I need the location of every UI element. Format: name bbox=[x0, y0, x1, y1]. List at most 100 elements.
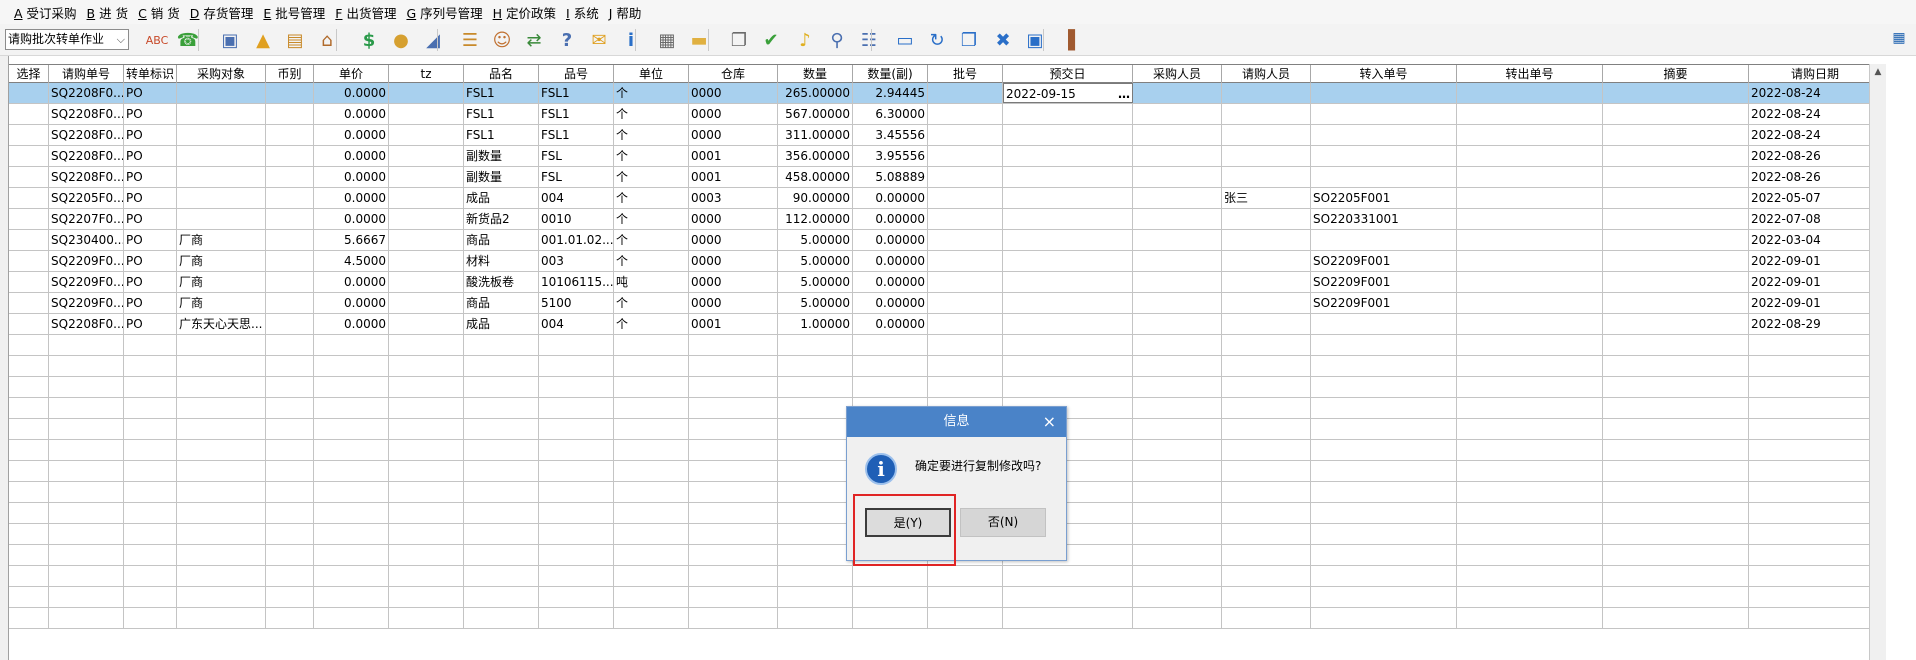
no-button[interactable]: 否(N) bbox=[960, 508, 1046, 537]
table-cell[interactable] bbox=[1222, 272, 1311, 292]
briefcase-icon[interactable]: ▤ bbox=[280, 26, 310, 54]
table-cell[interactable]: 5.00000 bbox=[778, 230, 853, 250]
home-icon[interactable]: ⌂ bbox=[312, 26, 342, 54]
column-header[interactable]: 转入单号 bbox=[1311, 65, 1457, 83]
table-cell[interactable]: 0.0000 bbox=[314, 293, 389, 313]
table-cell[interactable] bbox=[177, 104, 266, 124]
column-header[interactable]: 请购单号 bbox=[49, 65, 124, 83]
table-cell[interactable]: 003 bbox=[539, 251, 614, 271]
table-cell[interactable]: 001.01.02... bbox=[539, 230, 614, 250]
table-cell[interactable]: PO bbox=[124, 125, 177, 145]
table-cell[interactable] bbox=[266, 104, 314, 124]
table-cell[interactable] bbox=[1603, 125, 1749, 145]
table-cell[interactable]: 2022-08-24 bbox=[1749, 83, 1882, 103]
table-cell[interactable] bbox=[1003, 272, 1133, 292]
column-header[interactable]: 批号 bbox=[928, 65, 1003, 83]
table-cell[interactable] bbox=[9, 188, 49, 208]
table-cell[interactable]: 004 bbox=[539, 314, 614, 334]
table-cell[interactable]: 厂商 bbox=[177, 272, 266, 292]
table-cell[interactable]: FSL1 bbox=[539, 104, 614, 124]
table-cell[interactable]: 厂商 bbox=[177, 230, 266, 250]
table-cell[interactable]: 2022-08-24 bbox=[1749, 104, 1882, 124]
table-cell[interactable] bbox=[1222, 230, 1311, 250]
vertical-scrollbar[interactable]: ▲ bbox=[1869, 64, 1886, 660]
bell-icon[interactable]: ♪ bbox=[790, 26, 820, 54]
table-cell[interactable] bbox=[1133, 230, 1222, 250]
table-cell[interactable]: 0000 bbox=[689, 272, 778, 292]
table-cell[interactable]: 个 bbox=[614, 251, 689, 271]
menu-item-8[interactable]: I 系统 bbox=[566, 3, 599, 22]
table-cell[interactable]: 个 bbox=[614, 209, 689, 229]
table-cell[interactable] bbox=[177, 146, 266, 166]
table-cell[interactable]: FSL1 bbox=[464, 125, 539, 145]
table-cell[interactable]: 356.00000 bbox=[778, 146, 853, 166]
table-row[interactable]: SQ2208F0... PO 0.0000 FSL1 FSL1 个 0000 311.0000… bbox=[9, 125, 1886, 146]
column-header[interactable]: 请购日期 bbox=[1749, 65, 1882, 83]
table-cell[interactable]: 0001 bbox=[689, 167, 778, 187]
table-cell[interactable]: 0.00000 bbox=[853, 251, 928, 271]
table-cell[interactable]: 广东天心天思... bbox=[177, 314, 266, 334]
table-cell[interactable]: FSL1 bbox=[464, 104, 539, 124]
table-cell[interactable]: SQ2209F0... bbox=[49, 293, 124, 313]
table-cell[interactable] bbox=[1457, 83, 1603, 103]
refresh-icon[interactable]: ↻ bbox=[922, 26, 952, 54]
info-icon[interactable]: i bbox=[616, 26, 646, 54]
table-cell[interactable]: FSL1 bbox=[464, 83, 539, 103]
table-cell[interactable] bbox=[1457, 209, 1603, 229]
table-cell[interactable] bbox=[928, 230, 1003, 250]
window-icon[interactable]: ▣ bbox=[1020, 26, 1050, 54]
table-cell[interactable] bbox=[1457, 125, 1603, 145]
table-cell[interactable]: 0010 bbox=[539, 209, 614, 229]
table-cell[interactable] bbox=[1003, 104, 1133, 124]
table-cell[interactable] bbox=[1222, 83, 1311, 103]
table-cell[interactable] bbox=[928, 251, 1003, 271]
table-cell[interactable]: 个 bbox=[614, 125, 689, 145]
table-cell[interactable] bbox=[1222, 167, 1311, 187]
table-cell[interactable]: 0000 bbox=[689, 293, 778, 313]
operation-select[interactable]: 请购批次转单作业 ⌵ bbox=[5, 29, 129, 50]
table-cell[interactable]: 副数量 bbox=[464, 146, 539, 166]
table-cell[interactable] bbox=[1133, 104, 1222, 124]
table-cell[interactable]: 5.00000 bbox=[778, 272, 853, 292]
table-cell[interactable] bbox=[1603, 146, 1749, 166]
column-header[interactable]: 单位 bbox=[614, 65, 689, 83]
table-cell[interactable] bbox=[1133, 293, 1222, 313]
table-cell[interactable]: 2022-07-08 bbox=[1749, 209, 1882, 229]
table-cell[interactable]: SQ2208F0... bbox=[49, 314, 124, 334]
table-cell[interactable] bbox=[928, 209, 1003, 229]
table-cell[interactable] bbox=[928, 83, 1003, 103]
table-cell[interactable]: 0001 bbox=[689, 146, 778, 166]
lock-icon[interactable]: ▲ bbox=[248, 26, 278, 54]
table-cell[interactable] bbox=[1603, 83, 1749, 103]
table-cell[interactable]: PO bbox=[124, 146, 177, 166]
table-cell[interactable] bbox=[1222, 251, 1311, 271]
table-cell[interactable]: 567.00000 bbox=[778, 104, 853, 124]
table-cell[interactable] bbox=[9, 209, 49, 229]
table-cell[interactable]: SQ2209F0... bbox=[49, 272, 124, 292]
close-icon[interactable]: × bbox=[1043, 407, 1056, 437]
table-cell[interactable]: 3.45556 bbox=[853, 125, 928, 145]
folder-icon[interactable]: ▬ bbox=[684, 26, 714, 54]
table-cell[interactable]: 0.00000 bbox=[853, 209, 928, 229]
table-cell[interactable] bbox=[9, 167, 49, 187]
table-cell[interactable]: 成品 bbox=[464, 314, 539, 334]
table-cell[interactable] bbox=[1457, 314, 1603, 334]
table-row[interactable]: SQ2209F0... PO 厂商 0.0000 酸洗板卷 10106115... 吨 000… bbox=[9, 272, 1886, 293]
table-cell[interactable]: FSL bbox=[539, 167, 614, 187]
table-cell[interactable] bbox=[9, 251, 49, 271]
table-cell[interactable] bbox=[928, 146, 1003, 166]
table-cell[interactable] bbox=[1457, 272, 1603, 292]
table-cell[interactable] bbox=[928, 293, 1003, 313]
menu-item-7[interactable]: H 定价政策 bbox=[493, 3, 556, 22]
search-icon[interactable]: ⚲ bbox=[822, 26, 852, 54]
table-cell[interactable]: 个 bbox=[614, 83, 689, 103]
table-cell[interactable]: PO bbox=[124, 314, 177, 334]
table-cell[interactable]: SQ2205F0... bbox=[49, 188, 124, 208]
table-cell[interactable] bbox=[1603, 314, 1749, 334]
chevron-down-icon[interactable]: ⌵ bbox=[117, 30, 125, 49]
table-cell[interactable] bbox=[1133, 314, 1222, 334]
table-cell[interactable]: 个 bbox=[614, 167, 689, 187]
column-header[interactable]: 数量(副) bbox=[853, 65, 928, 83]
column-header[interactable]: 品号 bbox=[539, 65, 614, 83]
dollar-icon[interactable]: $ bbox=[354, 26, 384, 54]
